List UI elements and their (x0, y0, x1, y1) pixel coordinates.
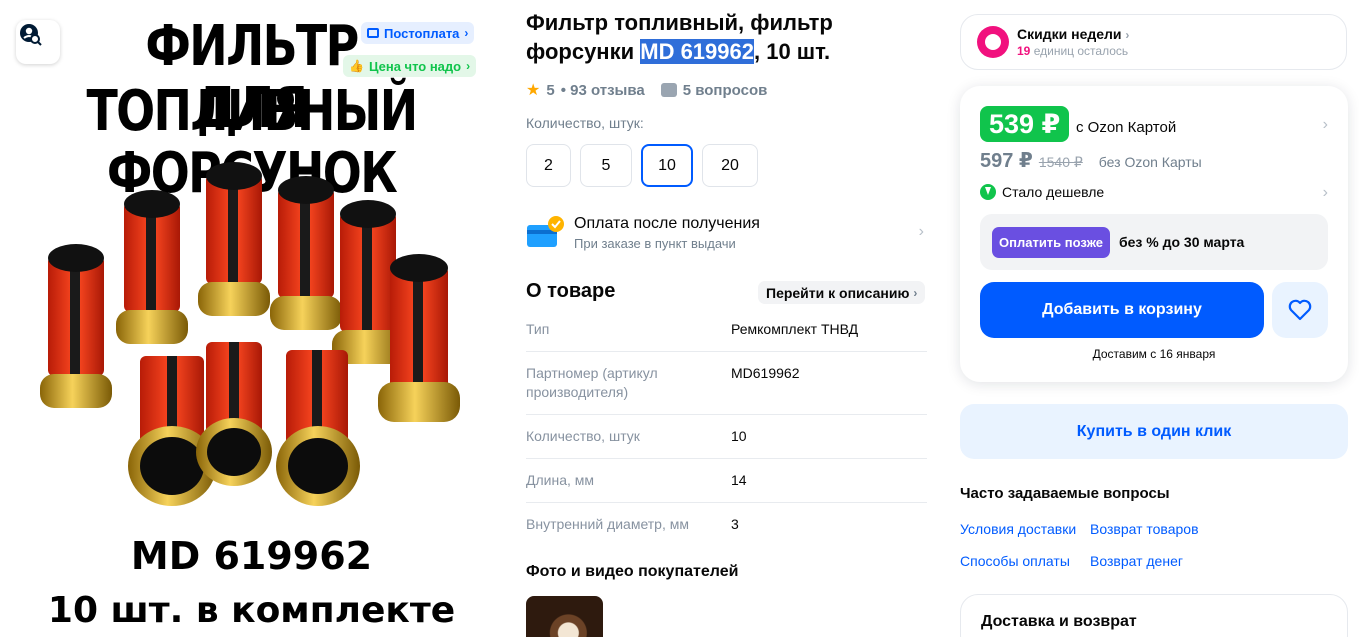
price-dropped-label: Стало дешевле (1002, 184, 1105, 200)
questions-count-link[interactable]: 5 вопросов (683, 82, 768, 99)
faq-link-payment-methods[interactable]: Способы оплаты (960, 553, 1070, 569)
favorite-button[interactable] (1272, 282, 1328, 338)
product-title: Фильтр топливный, фильтр форсунки MD 619… (526, 8, 916, 66)
spec-row: Партномер (артикул производителя) MD6199… (526, 352, 927, 415)
spec-value: 14 (731, 472, 747, 488)
spec-value: Ремкомплект ТНВД (731, 321, 859, 337)
faq-link-delivery-terms[interactable]: Условия доставки (960, 521, 1076, 537)
product-title-highlight: MD 619962 (640, 39, 754, 64)
chevron-right-icon: › (466, 59, 471, 73)
go-to-description-link[interactable]: Перейти к описанию › (758, 281, 926, 304)
delivery-return-card[interactable]: Доставка и возврат (960, 594, 1348, 637)
chevron-right-icon[interactable]: › (1323, 184, 1328, 202)
spec-key: Количество, штук (526, 428, 640, 444)
star-icon: ★ (526, 82, 541, 99)
spec-key: Тип (526, 321, 550, 337)
spec-row: Длина, мм 14 (526, 459, 927, 503)
spec-key: Партномер (артикул производителя) (526, 365, 658, 400)
price-card: 539 ₽ с Ozon Картой › 597 ₽ 1540 ₽ без O… (960, 86, 1348, 382)
specs-table: Тип Ремкомплект ТНВД Партномер (артикул … (526, 308, 927, 546)
rating-row[interactable]: ★ 5 • 93 отзыва 5 вопросов (526, 80, 767, 100)
delivery-date: Доставим с 16 января (1092, 347, 1216, 361)
product-image[interactable]: ФИЛЬТР ТОПЛИВНЫЙ ДЛЯ ФОРСУНОК (0, 0, 503, 637)
discount-logo-icon (977, 26, 1009, 58)
pay-after-receipt-row[interactable]: Оплата после получения При заказе в пунк… (526, 211, 926, 255)
quantity-option-2[interactable]: 2 (526, 144, 571, 187)
spec-value: 3 (731, 516, 739, 532)
regular-price: 597 ₽ (980, 150, 1033, 172)
quantity-option-5[interactable]: 5 (580, 144, 632, 187)
chevron-right-icon: › (913, 285, 918, 300)
spec-row: Количество, штук 10 (526, 415, 927, 459)
postpay-badge-label: Постоплата (384, 25, 460, 41)
chevron-right-icon[interactable]: › (1323, 116, 1328, 134)
spec-value: 10 (731, 428, 747, 444)
faq-link-refunds[interactable]: Возврат денег (1090, 553, 1183, 569)
buy-one-click-button[interactable]: Купить в один клик (960, 404, 1348, 459)
spec-key: Длина, мм (526, 472, 595, 488)
image-part-number: MD 619962 (130, 534, 373, 578)
pay-later-terms: без % до 30 марта (1118, 234, 1245, 250)
find-similar-button[interactable] (16, 20, 60, 64)
thumbs-up-icon: 👍 (349, 59, 364, 73)
customer-photo-thumbnail[interactable] (526, 596, 603, 637)
fair-price-badge-label: Цена что надо (368, 58, 462, 74)
old-price: 1540 ₽ (1038, 154, 1083, 170)
units-left-label: единиц осталось (1033, 44, 1129, 58)
about-section-title: О товаре (526, 280, 616, 302)
chevron-right-icon: › (918, 223, 924, 240)
spec-row: Внутренний диаметр, мм 3 (526, 503, 927, 546)
faq-link-returns[interactable]: Возврат товаров (1090, 521, 1199, 537)
quantity-options: 2 5 10 20 (526, 144, 758, 187)
pay-after-subtitle: При заказе в пункт выдачи (574, 236, 736, 251)
postpay-badge[interactable]: Постоплата › (361, 22, 475, 44)
faq-title: Часто задаваемые вопросы (960, 485, 1170, 502)
filter-group (40, 162, 460, 506)
arrow-down-icon (980, 184, 996, 200)
search-similar-icon (20, 24, 42, 46)
chevron-right-icon: › (1125, 28, 1130, 42)
chevron-right-icon: › (464, 26, 469, 40)
heart-icon (1288, 299, 1312, 321)
spec-value: MD619962 (731, 365, 800, 381)
card-payment-icon (527, 216, 564, 247)
customer-photos-title: Фото и видео покупателей (526, 563, 739, 580)
go-to-description-label: Перейти к описанию (766, 284, 910, 301)
no-card-label: без Ozon Карты (1098, 154, 1202, 170)
pay-after-title: Оплата после получения (574, 215, 760, 232)
reviews-count-link[interactable]: • 93 отзыва (561, 82, 645, 99)
add-to-cart-button[interactable]: Добавить в корзину (980, 282, 1264, 338)
quantity-option-10-selected[interactable]: 10 (641, 144, 693, 187)
weekly-discounts-title: Скидки недели (1017, 26, 1122, 42)
fair-price-badge[interactable]: 👍 Цена что надо › (343, 55, 477, 77)
product-title-suffix: , 10 шт. (754, 39, 831, 64)
pay-later-button[interactable]: Оплатить позже (992, 226, 1110, 258)
delivery-return-title: Доставка и возврат (981, 613, 1137, 630)
question-icon (660, 83, 677, 97)
ozon-card-price: 539 ₽ (980, 106, 1070, 142)
image-quantity-caption: 10 шт. в комплекте (47, 590, 456, 631)
spec-key: Внутренний диаметр, мм (526, 516, 689, 532)
quantity-label: Количество, штук: (526, 115, 644, 131)
rating-value: 5 (546, 81, 555, 99)
spec-row: Тип Ремкомплект ТНВД (526, 308, 927, 352)
units-left-count: 19 (1017, 44, 1031, 58)
quantity-option-20[interactable]: 20 (702, 144, 758, 187)
price-dropped-row[interactable]: Стало дешевле (980, 184, 1104, 200)
weekly-discounts-card[interactable]: Скидки недели › 19 единиц осталось (960, 14, 1347, 70)
pay-later-row[interactable]: Оплатить позже без % до 30 марта (980, 214, 1328, 270)
ozon-card-label: с Ozon Картой (1076, 119, 1177, 136)
regular-price-row: 597 ₽ 1540 ₽ без Ozon Карты (980, 148, 1202, 173)
wallet-icon (367, 28, 379, 38)
